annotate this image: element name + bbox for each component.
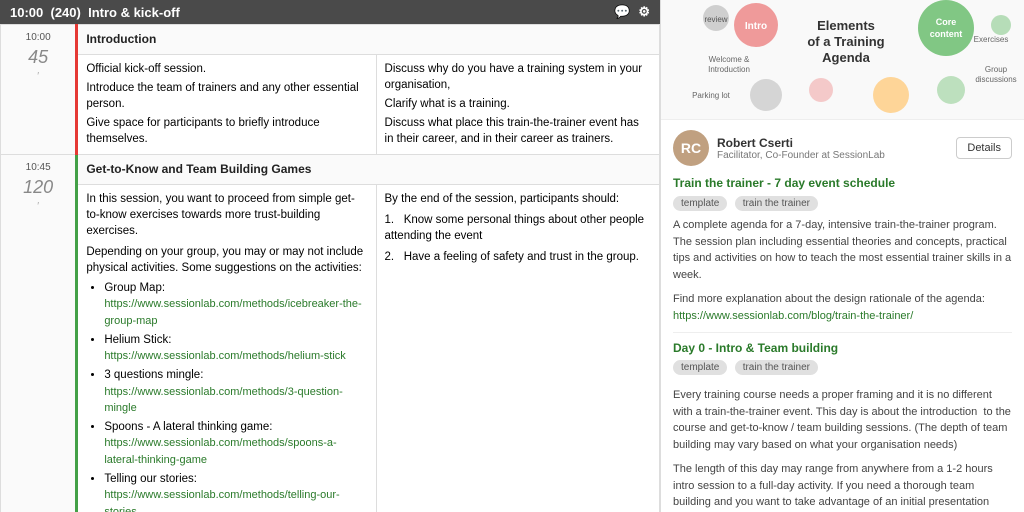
info-area: RC Robert Cserti Facilitator, Co-Founder…	[661, 120, 1024, 512]
svg-text:content: content	[930, 29, 963, 39]
activity-list: Group Map:https://www.sessionlab.com/met…	[86, 280, 367, 512]
right-panel: review Intro Welcome & Introduction Elem…	[660, 0, 1024, 512]
session2-content-intro: In this session, you want to proceed fro…	[86, 191, 367, 239]
svg-text:Intro: Intro	[745, 21, 767, 32]
spoons-link[interactable]: https://www.sessionlab.com/methods/spoon…	[104, 437, 336, 465]
header-title: 10:00 (240) Intro & kick-off	[10, 5, 180, 20]
svg-text:of a Training: of a Training	[807, 34, 884, 49]
list-item: Helium Stick:https://www.sessionlab.com/…	[104, 332, 367, 364]
header-icons: 💬 ⚙	[614, 4, 650, 20]
settings-icon[interactable]: ⚙	[638, 4, 650, 20]
avatar-initials: RC	[681, 140, 701, 156]
table-row: Official kick-off session. Introduce the…	[1, 55, 660, 154]
day0-title: Day 0 - Intro & Team building	[673, 341, 1012, 355]
session1-content: Official kick-off session. Introduce the…	[77, 55, 376, 154]
session1-content-2: Introduce the team of trainers and any o…	[86, 80, 367, 112]
session2-content-extra: Depending on your group, you may or may …	[86, 244, 367, 276]
header-time: 10:00	[10, 5, 43, 20]
svg-text:Introduction: Introduction	[708, 65, 750, 74]
session2-content: In this session, you want to proceed fro…	[77, 184, 376, 512]
tag-train-trainer[interactable]: train the trainer	[735, 196, 818, 211]
session1-content-3: Give space for participants to briefly i…	[86, 115, 367, 147]
description2: Find more explanation about the design r…	[673, 291, 1012, 324]
header-bar: 10:00 (240) Intro & kick-off 💬 ⚙	[0, 0, 660, 24]
tag-template[interactable]: template	[673, 196, 727, 211]
svg-text:Core: Core	[936, 17, 957, 27]
table-row: 10:45 120 ′ Get-to-Know and Team Buildin…	[1, 154, 660, 184]
session1-content-1: Official kick-off session.	[86, 61, 367, 77]
author-row: RC Robert Cserti Facilitator, Co-Founder…	[673, 130, 1012, 166]
session1-note-3: Discuss what place this train-the-traine…	[385, 115, 651, 147]
list-item: Group Map:https://www.sessionlab.com/met…	[104, 280, 367, 329]
svg-text:Parking lot: Parking lot	[692, 91, 731, 100]
blog-link[interactable]: https://www.sessionlab.com/blog/train-th…	[673, 310, 913, 322]
list-item: Spoons - A lateral thinking game:https:/…	[104, 419, 367, 468]
svg-text:Agenda: Agenda	[822, 50, 870, 65]
session1-notes: Discuss why do you have a training syste…	[376, 55, 659, 154]
day0-tags: template train the trainer	[673, 359, 1012, 381]
session2-notes-title: By the end of the session, participants …	[385, 191, 651, 207]
3q-mingle-link[interactable]: https://www.sessionlab.com/methods/3-que…	[104, 386, 342, 414]
day0-description: Every training course needs a proper fra…	[673, 387, 1012, 453]
divider	[673, 332, 1012, 333]
schedule-table: 10:00 45 ′ Introduction Official kick-of…	[0, 24, 660, 512]
session2-unit: ′	[9, 200, 67, 214]
left-panel: 10:00 (240) Intro & kick-off 💬 ⚙ 10:00 4…	[0, 0, 660, 512]
agenda-tags: template train the trainer	[673, 195, 1012, 217]
svg-text:review: review	[704, 15, 727, 24]
header-section-title: Intro & kick-off	[88, 5, 180, 20]
author-name: Robert Cserti	[717, 136, 948, 150]
session1-title-cell: Introduction	[77, 25, 660, 55]
avatar: RC	[673, 130, 709, 166]
header-badge: (240)	[50, 5, 80, 20]
session2-title-cell: Get-to-Know and Team Building Games	[77, 154, 660, 184]
description1: A complete agenda for a 7-day, intensive…	[673, 217, 1012, 283]
svg-text:Welcome &: Welcome &	[709, 55, 750, 64]
author-info: Robert Cserti Facilitator, Co-Founder at…	[717, 136, 948, 161]
svg-text:discussions: discussions	[975, 75, 1016, 84]
session2-note-2: 2. Have a feeling of safety and trust in…	[385, 249, 651, 265]
session2-time: 10:45	[9, 161, 67, 175]
table-row: 10:00 45 ′ Introduction	[1, 25, 660, 55]
agenda-link[interactable]: Train the trainer - 7 day event schedule	[673, 176, 1012, 190]
time-cell-1: 10:00 45 ′	[1, 25, 77, 155]
svg-text:Elements: Elements	[817, 18, 875, 33]
diagram-container: review Intro Welcome & Introduction Elem…	[661, 0, 1024, 120]
helium-stick-link[interactable]: https://www.sessionlab.com/methods/heliu…	[104, 350, 345, 362]
session1-duration: 45	[9, 45, 67, 70]
session1-title: Introduction	[86, 32, 156, 46]
svg-text:Exercises: Exercises	[974, 35, 1009, 44]
session2-notes: By the end of the session, participants …	[376, 184, 659, 512]
session1-note-2: Clarify what is a training.	[385, 96, 651, 112]
session1-time: 10:00	[9, 31, 67, 45]
session1-unit: ′	[9, 70, 67, 84]
day0-tag-template[interactable]: template	[673, 360, 727, 375]
telling-stories-link[interactable]: https://www.sessionlab.com/methods/telli…	[104, 489, 339, 512]
day0-description2: The length of this day may range from an…	[673, 461, 1012, 512]
session2-title: Get-to-Know and Team Building Games	[86, 162, 311, 176]
chat-icon[interactable]: 💬	[614, 4, 630, 20]
group-map-link[interactable]: https://www.sessionlab.com/methods/icebr…	[104, 298, 361, 326]
session2-duration: 120	[9, 175, 67, 200]
day0-tag-train-trainer[interactable]: train the trainer	[735, 360, 818, 375]
training-agenda-diagram: review Intro Welcome & Introduction Elem…	[661, 0, 1024, 120]
time-cell-2: 10:45 120 ′	[1, 154, 77, 512]
diagram-area: review Intro Welcome & Introduction Elem…	[661, 0, 1024, 120]
table-row: In this session, you want to proceed fro…	[1, 184, 660, 512]
list-item: 3 questions mingle:https://www.sessionla…	[104, 367, 367, 416]
svg-text:Group: Group	[985, 65, 1008, 74]
author-role: Facilitator, Co-Founder at SessionLab	[717, 150, 948, 161]
session2-note-1: 1. Know some personal things about other…	[385, 212, 651, 244]
details-button[interactable]: Details	[956, 137, 1012, 159]
session1-note-1: Discuss why do you have a training syste…	[385, 61, 651, 93]
list-item: Telling our stories:https://www.sessionl…	[104, 471, 367, 512]
